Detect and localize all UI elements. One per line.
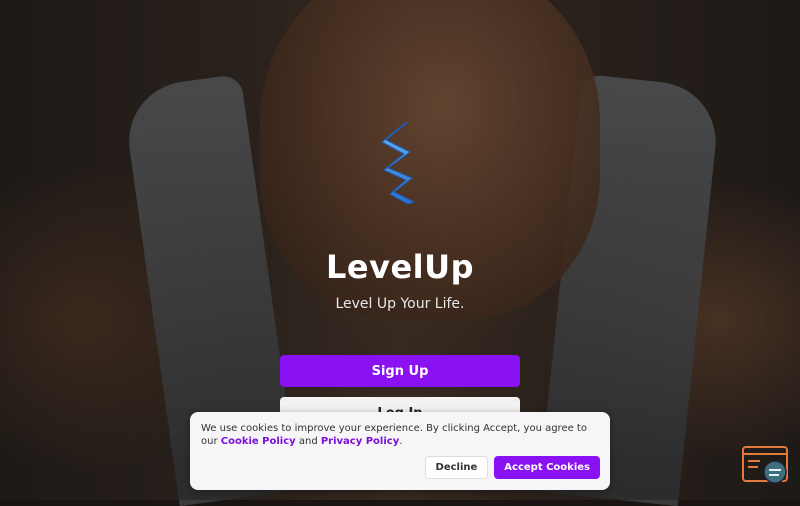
cookie-actions: Decline Accept Cookies	[424, 456, 600, 479]
app-title: LevelUp	[325, 248, 474, 286]
app-tagline: Level Up Your Life.	[335, 296, 465, 312]
cookie-message: We use cookies to improve your experienc…	[201, 422, 599, 448]
cookie-text-and: and	[295, 436, 321, 447]
decline-cookies-button[interactable]: Decline	[424, 456, 489, 479]
lightning-zigzag-icon	[381, 121, 416, 205]
chat-support-icon[interactable]	[742, 446, 788, 486]
cookie-policy-link[interactable]: Cookie Policy	[221, 436, 296, 447]
cookie-banner: We use cookies to improve your experienc…	[190, 412, 610, 490]
sign-up-button[interactable]: Sign Up	[280, 355, 520, 387]
accept-cookies-button[interactable]: Accept Cookies	[494, 456, 600, 479]
cookie-text-end: .	[399, 436, 403, 447]
privacy-policy-link[interactable]: Privacy Policy	[321, 436, 399, 447]
